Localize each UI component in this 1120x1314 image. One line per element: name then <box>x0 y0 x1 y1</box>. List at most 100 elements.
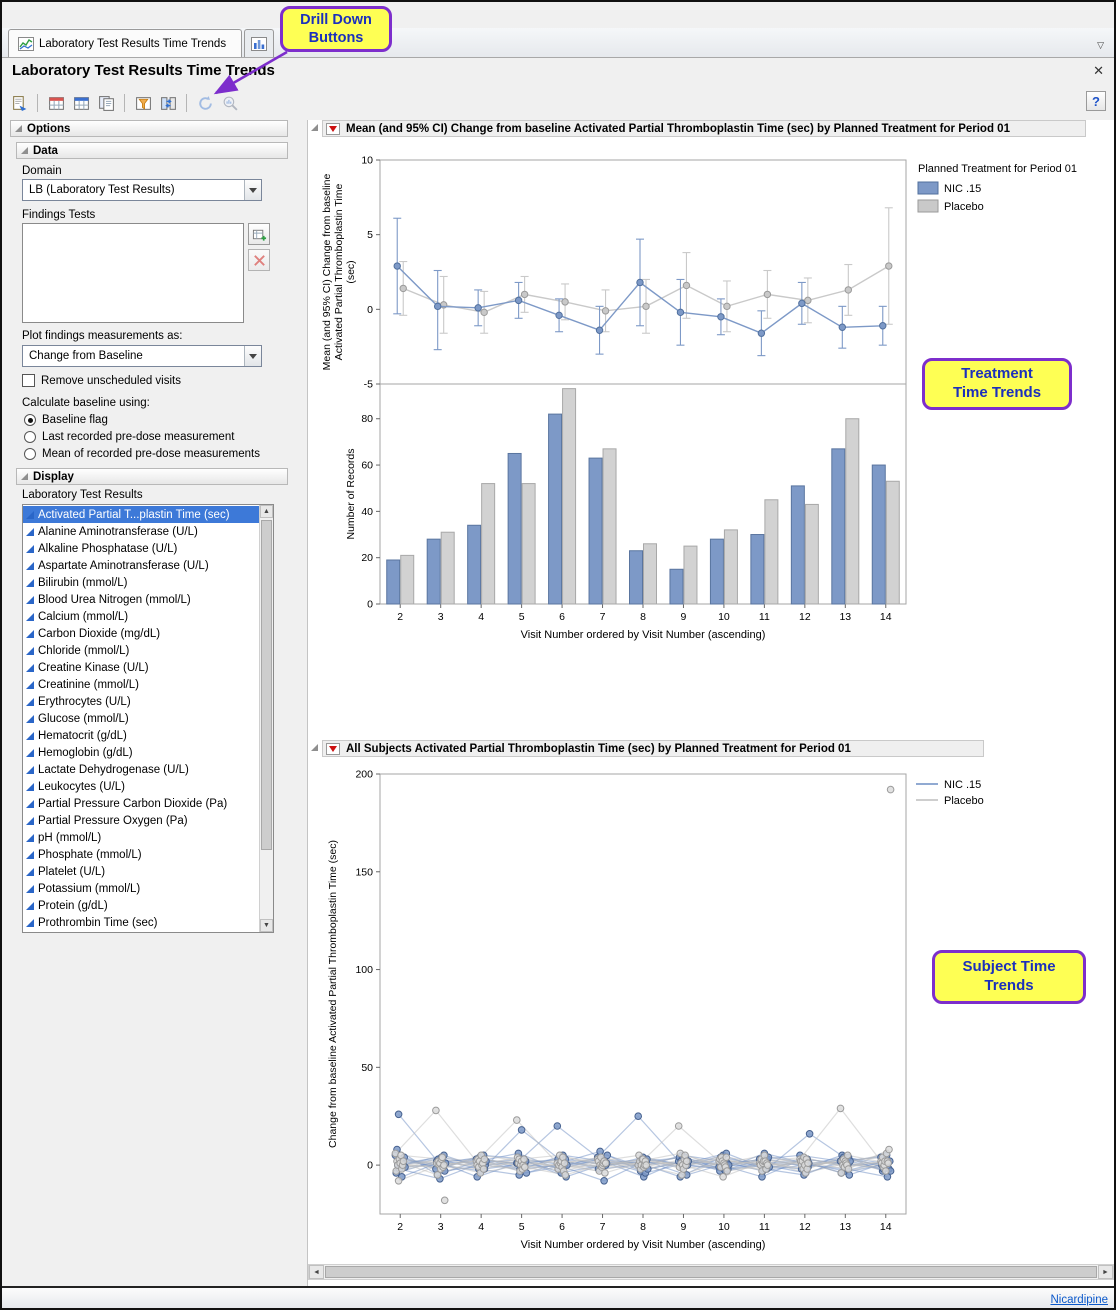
help-button[interactable]: ? <box>1086 91 1106 111</box>
test-list-item[interactable]: Blood Urea Nitrogen (mmol/L) <box>23 591 259 608</box>
radio-label: Last recorded pre-dose measurement <box>42 431 234 443</box>
svg-text:9: 9 <box>681 611 687 623</box>
radio-icon[interactable] <box>24 448 36 460</box>
test-list-item[interactable]: Bilirubin (mmol/L) <box>23 574 259 591</box>
red-triangle-menu[interactable] <box>326 123 340 135</box>
checkbox-icon[interactable] <box>22 374 35 387</box>
test-list-item[interactable]: Prothrombin Time (sec) <box>23 914 259 931</box>
radio-icon[interactable] <box>24 414 36 426</box>
test-list-scrollbar[interactable]: ▲ ▼ <box>259 505 273 932</box>
tab-overflow-chevron-icon[interactable]: ▽ <box>1097 40 1104 51</box>
subject-time-trends-chart[interactable]: 050100150200234567891011121314Change fro… <box>318 762 1098 1262</box>
summary-table-icon[interactable] <box>70 92 92 114</box>
data-section-header[interactable]: Data <box>16 142 288 159</box>
test-name: Leukocytes (U/L) <box>38 781 125 793</box>
test-list-item[interactable]: Creatinine (mmol/L) <box>23 676 259 693</box>
baseline-radio-2[interactable]: Mean of recorded pre-dose measurements <box>24 447 260 460</box>
domain-select[interactable]: LB (Laboratory Test Results) <box>22 179 262 201</box>
subject-trends-panel-header: All Subjects Activated Partial Thrombopl… <box>322 740 984 757</box>
remove-unscheduled-checkbox[interactable]: Remove unscheduled visits <box>22 374 181 387</box>
baseline-radio-group: Baseline flag Last recorded pre-dose meas… <box>24 413 260 460</box>
test-name: Glucose (mmol/L) <box>38 713 129 725</box>
scroll-up-icon[interactable]: ▲ <box>260 505 273 518</box>
drill-down-callout: Drill Down Buttons <box>280 6 392 52</box>
svg-text:Mean (and 95% CI) Change from: Mean (and 95% CI) Change from baseline <box>321 174 333 371</box>
column-switcher-icon[interactable] <box>157 92 179 114</box>
scrollbar-thumb[interactable] <box>261 520 272 850</box>
scroll-down-icon[interactable]: ▼ <box>260 919 273 932</box>
test-list-item[interactable]: Hematocrit (g/dL) <box>23 727 259 744</box>
horizontal-scrollbar[interactable]: ◄ ► <box>308 1264 1114 1280</box>
close-icon[interactable]: ✕ <box>1093 63 1104 79</box>
svg-text:6: 6 <box>559 611 565 623</box>
test-list-item[interactable]: Protein (g/dL) <box>23 897 259 914</box>
display-section-title: Display <box>33 471 74 483</box>
test-name: Creatine Kinase (U/L) <box>38 662 149 674</box>
continuous-column-icon <box>26 715 34 723</box>
data-filter-icon[interactable] <box>132 92 154 114</box>
test-list-item[interactable]: Erythrocytes (U/L) <box>23 693 259 710</box>
disclosure-triangle-icon[interactable] <box>21 147 28 154</box>
test-list-item[interactable]: Alkaline Phosphatase (U/L) <box>23 540 259 557</box>
disclosure-triangle-icon[interactable] <box>311 124 318 131</box>
test-list-item[interactable]: Platelet (U/L) <box>23 863 259 880</box>
test-list-item[interactable]: Aspartate Aminotransferase (U/L) <box>23 557 259 574</box>
test-list-item[interactable]: Potassium (mmol/L) <box>23 880 259 897</box>
svg-text:150: 150 <box>355 866 373 878</box>
tab-chart-report[interactable] <box>244 29 274 57</box>
continuous-column-icon <box>26 868 34 876</box>
disclosure-triangle-icon[interactable] <box>21 473 28 480</box>
test-list-item[interactable]: Hemoglobin (g/dL) <box>23 744 259 761</box>
toolbar <box>8 90 241 116</box>
test-list-item[interactable]: Phosphate (mmol/L) <box>23 846 259 863</box>
add-tests-icon[interactable] <box>248 223 270 245</box>
data-table-icon[interactable] <box>45 92 67 114</box>
study-link[interactable]: Nicardipine <box>1050 1294 1108 1306</box>
test-list-item[interactable]: Partial Pressure Carbon Dioxide (Pa) <box>23 795 259 812</box>
test-name: Lactate Dehydrogenase (U/L) <box>38 764 189 776</box>
test-list-item[interactable]: Leukocytes (U/L) <box>23 778 259 795</box>
test-name: Aspartate Aminotransferase (U/L) <box>38 560 209 572</box>
disclosure-triangle-icon[interactable] <box>15 125 22 132</box>
journal-icon[interactable] <box>95 92 117 114</box>
disclosure-triangle-icon[interactable] <box>311 744 318 751</box>
plot-as-select[interactable]: Change from Baseline <box>22 345 262 367</box>
radio-icon[interactable] <box>24 431 36 443</box>
test-list-item[interactable]: Partial Pressure Oxygen (Pa) <box>23 812 259 829</box>
continuous-column-icon <box>26 698 34 706</box>
svg-text:4: 4 <box>478 611 484 623</box>
treatment-trends-callout: Treatment Time Trends <box>922 358 1072 410</box>
tab-lab-results-time-trends[interactable]: Laboratory Test Results Time Trends <box>8 29 242 57</box>
scrollbar-thumb[interactable] <box>325 1266 1097 1278</box>
svg-text:7: 7 <box>600 611 606 623</box>
baseline-radio-0[interactable]: Baseline flag <box>24 413 260 426</box>
test-name: Platelet (U/L) <box>38 866 105 878</box>
dropdown-arrow-icon[interactable] <box>244 180 261 200</box>
test-list-item[interactable]: pH (mmol/L) <box>23 829 259 846</box>
new-report-icon[interactable] <box>8 92 30 114</box>
test-list-item[interactable]: Creatine Kinase (U/L) <box>23 659 259 676</box>
display-section-header[interactable]: Display <box>16 468 288 485</box>
remove-tests-icon[interactable] <box>248 249 270 271</box>
svg-text:2: 2 <box>397 611 403 623</box>
continuous-column-icon <box>26 630 34 638</box>
findings-tests-listbox[interactable] <box>22 223 244 323</box>
toolbar-separator <box>124 94 125 112</box>
continuous-column-icon <box>26 851 34 859</box>
test-list-item[interactable]: Activated Partial T...plastin Time (sec) <box>23 506 259 523</box>
test-list-item[interactable]: Glucose (mmol/L) <box>23 710 259 727</box>
dropdown-arrow-icon[interactable] <box>244 346 261 366</box>
test-list-item[interactable]: Chloride (mmol/L) <box>23 642 259 659</box>
status-bar: Nicardipine <box>2 1286 1116 1310</box>
options-header[interactable]: Options <box>10 120 288 137</box>
continuous-column-icon <box>26 681 34 689</box>
test-list-item[interactable]: Lactate Dehydrogenase (U/L) <box>23 761 259 778</box>
baseline-radio-1[interactable]: Last recorded pre-dose measurement <box>24 430 260 443</box>
test-list-item[interactable]: Carbon Dioxide (mg/dL) <box>23 625 259 642</box>
scroll-right-icon[interactable]: ► <box>1098 1265 1113 1279</box>
tab-label: Laboratory Test Results Time Trends <box>39 38 226 50</box>
test-list-item[interactable]: Alanine Aminotransferase (U/L) <box>23 523 259 540</box>
scroll-left-icon[interactable]: ◄ <box>309 1265 324 1279</box>
test-list-item[interactable]: Calcium (mmol/L) <box>23 608 259 625</box>
red-triangle-menu[interactable] <box>326 743 340 755</box>
